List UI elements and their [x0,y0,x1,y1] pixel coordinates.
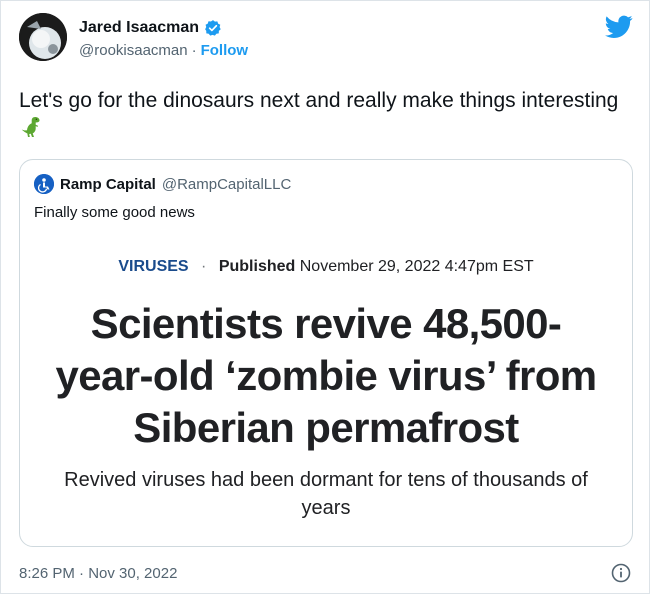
handle-separator: · [191,41,197,59]
tweet-body: Let's go for the dinosaurs next and real… [19,87,619,143]
article-meta-separator: · [201,258,207,275]
follow-button[interactable]: Follow [201,42,249,59]
tweet-timestamp[interactable]: 8:26 PM · Nov 30, 2022 [19,565,177,582]
quoted-tweet-header: Ramp Capital @RampCapitalLLC [34,174,291,194]
twitter-bird-icon[interactable] [605,15,633,39]
author-names: Jared Isaacman @rookisaacman · Follow [79,17,248,61]
info-icon[interactable] [611,563,631,583]
quoted-author-avatar [34,174,54,194]
article-subhead: Revived viruses had been dormant for ten… [64,469,588,519]
article-headline: Scientists revive 48,500-year-old ‘zombi… [55,300,597,451]
article-screenshot: VIRUSES · Published November 29, 2022 4:… [20,238,632,546]
author-handle[interactable]: @rookisaacman [79,42,188,59]
tweet-text: Let's go for the dinosaurs next and real… [19,89,619,112]
quoted-tweet-text: Finally some good news [34,204,195,221]
quoted-author-name: Ramp Capital [60,175,156,193]
tweet-card: Jared Isaacman @rookisaacman · Follow Le [0,0,650,594]
verified-badge-icon [204,19,222,37]
article-published-date: November 29, 2022 4:47pm EST [299,258,534,275]
article-meta: VIRUSES · Published November 29, 2022 4:… [20,258,632,276]
t-rex-emoji-icon [21,115,45,139]
quoted-author-handle: @RampCapitalLLC [161,175,292,193]
quoted-tweet[interactable]: Ramp Capital @RampCapitalLLC Finally som… [19,159,633,547]
article-category: VIRUSES [118,258,189,275]
tweet-footer: 8:26 PM · Nov 30, 2022 [19,563,633,585]
author-display-name[interactable]: Jared Isaacman [79,19,199,37]
author-avatar[interactable] [19,13,67,61]
article-published-label: Published [218,258,296,275]
tweet-header: Jared Isaacman @rookisaacman · Follow [19,13,633,65]
